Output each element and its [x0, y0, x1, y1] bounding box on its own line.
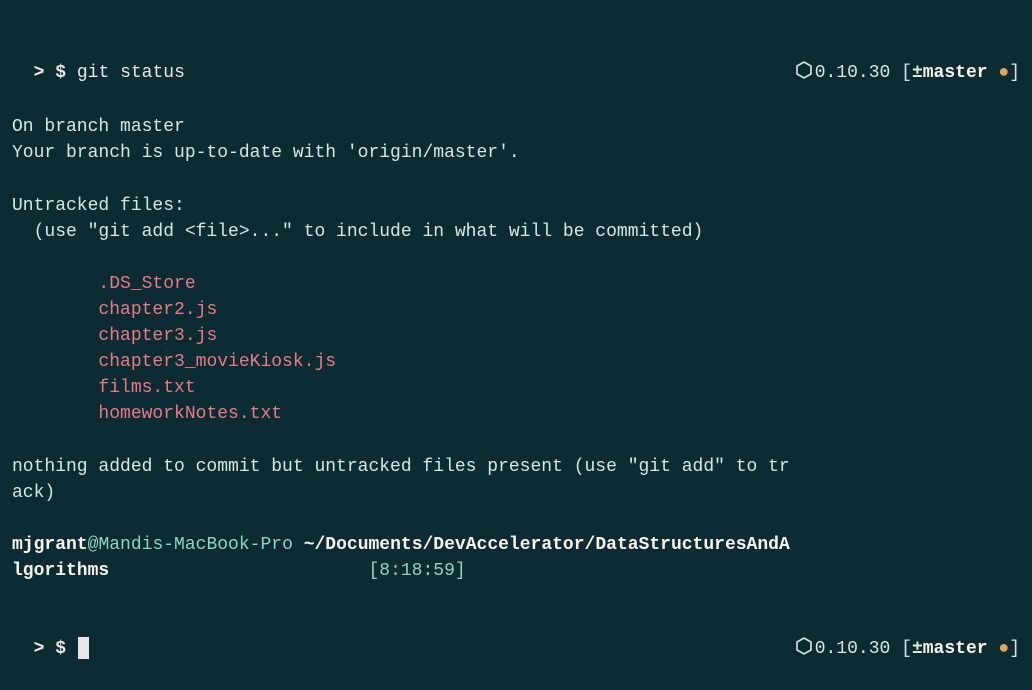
cwd-text: ~/Documents/DevAccelerator/DataStructure…	[304, 535, 790, 555]
prompt-line-2[interactable]: 0.10.30 [±master ●] > $	[12, 584, 1020, 690]
hexagon-icon	[795, 637, 813, 664]
blank-line	[12, 506, 1020, 532]
branch-name: master	[923, 63, 988, 83]
untracked-hint: (use "git add <file>..." to include in w…	[12, 219, 1020, 245]
dirty-indicator: ●	[998, 63, 1009, 83]
untracked-file: homeworkNotes.txt	[12, 401, 1020, 427]
blank-line	[12, 245, 1020, 271]
prompt-caret: >	[34, 639, 45, 659]
untracked-file: films.txt	[12, 375, 1020, 401]
untracked-file: chapter3_movieKiosk.js	[12, 349, 1020, 375]
prompt-dollar: $	[55, 63, 66, 83]
untracked-file: .DS_Store	[12, 271, 1020, 297]
hostname: Mandis-MacBook-Pro	[98, 535, 292, 555]
output-line: Your branch is up-to-date with 'origin/m…	[12, 140, 1020, 166]
blank-line	[12, 167, 1020, 193]
command-text: git status	[77, 63, 185, 83]
rprompt-2: 0.10.30 [±master ●]	[751, 610, 1020, 690]
clock-text: [8:18:59]	[368, 561, 465, 581]
untracked-file: chapter3.js	[12, 323, 1020, 349]
username: mjgrant	[12, 535, 88, 555]
untracked-header: Untracked files:	[12, 193, 1020, 219]
version-text: 0.10.30	[815, 63, 891, 83]
dirty-indicator: ●	[998, 639, 1009, 659]
prompt-line-1: 0.10.30 [±master ●] > $ git status	[12, 8, 1020, 114]
output-line: ack)	[12, 480, 1020, 506]
rprompt-1: 0.10.30 [±master ●]	[751, 34, 1020, 114]
ps1-line-1: mjgrant@Mandis-MacBook-Pro ~/Documents/D…	[12, 532, 1020, 558]
version-text: 0.10.30	[815, 639, 891, 659]
output-line: On branch master	[12, 114, 1020, 140]
branch-name: master	[923, 639, 988, 659]
ps1-line-2: lgorithms [8:18:59]	[12, 558, 1020, 584]
cursor-block[interactable]	[78, 637, 89, 659]
prompt-caret: >	[34, 63, 45, 83]
output-line: nothing added to commit but untracked fi…	[12, 454, 1020, 480]
cwd-text-wrap: lgorithms	[12, 561, 109, 581]
blank-line	[12, 428, 1020, 454]
hexagon-icon	[795, 61, 813, 88]
untracked-file: chapter2.js	[12, 297, 1020, 323]
prompt-dollar: $	[55, 639, 66, 659]
